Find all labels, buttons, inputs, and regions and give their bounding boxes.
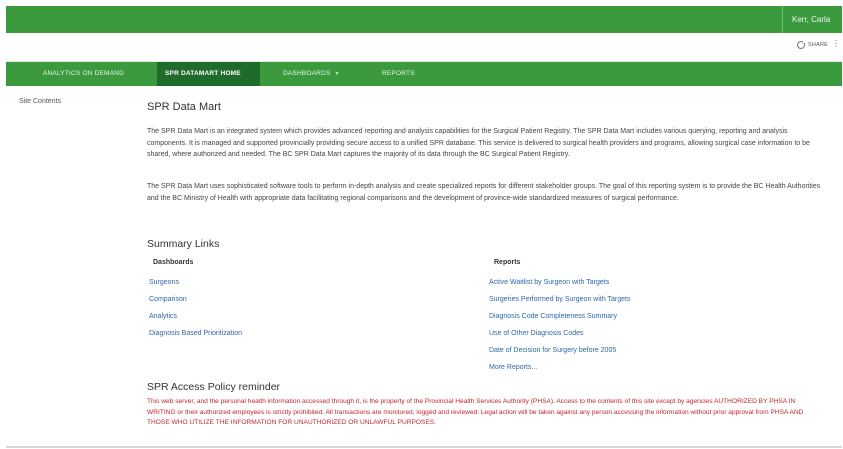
site-contents-link[interactable]: Site Contents bbox=[19, 98, 61, 105]
user-name: Kerr, Carla bbox=[792, 15, 831, 24]
share-icon bbox=[797, 40, 807, 49]
policy-heading: SPR Access Policy reminder bbox=[147, 381, 281, 393]
link-more-reports[interactable]: More Reports... bbox=[489, 364, 537, 371]
link-date-of-decision[interactable]: Date of Decision for Surgery before 2005 bbox=[489, 347, 616, 354]
intro-paragraph-1: The SPR Data Mart is an integrated syste… bbox=[147, 128, 810, 158]
nav-dashboards[interactable]: DASHBOARDS ▼ bbox=[283, 62, 340, 86]
suite-bar: Kerr, Carla bbox=[6, 6, 842, 33]
top-navigation: ANALYTICS ON DEMAND SPR DATAMART HOME DA… bbox=[6, 62, 842, 86]
chevron-down-icon: ▼ bbox=[334, 71, 340, 77]
share-button[interactable]: SHARE bbox=[797, 40, 828, 49]
intro-paragraph-2: The SPR Data Mart uses sophisticated sof… bbox=[147, 183, 821, 202]
nav-spr-datamart-home[interactable]: SPR DATAMART HOME bbox=[157, 62, 260, 86]
summary-links-heading: Summary Links bbox=[147, 238, 220, 250]
link-active-waitlist[interactable]: Active Waitlist by Surgeon with Targets bbox=[489, 279, 609, 286]
ribbon-bar: SHARE ⋮ bbox=[6, 33, 842, 62]
policy-text: This web server, and the personal health… bbox=[147, 398, 804, 426]
page-title: SPR Data Mart bbox=[147, 101, 221, 113]
link-use-of-other-diagnosis-codes[interactable]: Use of Other Diagnosis Codes bbox=[489, 330, 584, 337]
link-surgeries-performed[interactable]: Surgeries Performed by Surgeon with Targ… bbox=[489, 296, 631, 303]
link-comparison[interactable]: Comparison bbox=[149, 296, 187, 303]
more-options-icon[interactable]: ⋮ bbox=[832, 39, 840, 48]
link-diagnosis-code-completeness[interactable]: Diagnosis Code Completeness Summary bbox=[489, 313, 617, 320]
link-analytics[interactable]: Analytics bbox=[149, 313, 177, 320]
nav-analytics-on-demand[interactable]: ANALYTICS ON DEMAND bbox=[43, 62, 124, 86]
link-surgeons[interactable]: Surgeons bbox=[149, 279, 179, 286]
dashboards-heading: Dashboards bbox=[153, 259, 194, 266]
bottom-divider bbox=[6, 446, 842, 448]
nav-dashboards-label: DASHBOARDS bbox=[283, 70, 331, 77]
reports-heading: Reports bbox=[494, 259, 521, 266]
share-label: SHARE bbox=[808, 42, 828, 48]
user-menu[interactable]: Kerr, Carla bbox=[782, 6, 842, 33]
link-diagnosis-based-prioritization[interactable]: Diagnosis Based Prioritization bbox=[149, 330, 242, 337]
nav-reports[interactable]: REPORTS bbox=[382, 62, 415, 86]
